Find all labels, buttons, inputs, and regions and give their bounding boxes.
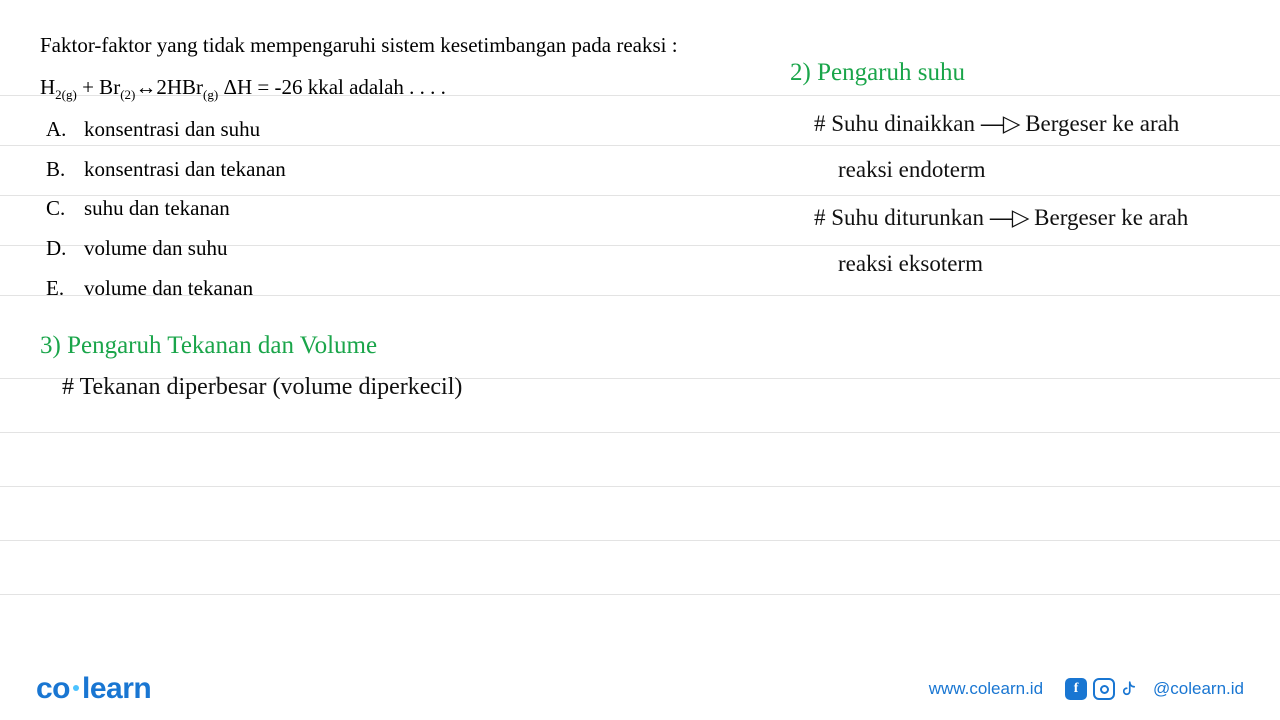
- notes-right-line1: # Suhu dinaikkan —▷ Bergeser ke arah: [814, 106, 1280, 142]
- footer-url[interactable]: www.colearn.id: [929, 679, 1043, 699]
- eq-plus: + Br: [77, 75, 120, 99]
- ruled-line: [0, 540, 1280, 541]
- tiktok-icon[interactable]: [1121, 678, 1143, 700]
- option-letter: A.: [40, 112, 84, 148]
- question-block: Faktor-faktor yang tidak mempengaruhi si…: [40, 28, 780, 306]
- options-list: A. konsentrasi dan suhu B. konsentrasi d…: [40, 112, 780, 306]
- option-e: E. volume dan tekanan: [40, 271, 780, 307]
- arrow-icon: —▷: [990, 200, 1029, 235]
- option-letter: D.: [40, 231, 84, 267]
- ruled-line: [0, 594, 1280, 595]
- line3a: # Suhu diturunkan: [814, 205, 990, 230]
- footer: colearn www.colearn.id f @colearn.id: [0, 658, 1280, 720]
- eq-tail: ΔH = -26 kkal adalah . . . .: [218, 75, 446, 99]
- eq-arrow: ↔2HBr: [135, 75, 203, 99]
- logo-dot-icon: [73, 685, 79, 691]
- option-text: konsentrasi dan suhu: [84, 112, 260, 148]
- line1b: Bergeser ke arah: [1019, 111, 1179, 136]
- arrow-icon: —▷: [981, 106, 1020, 141]
- option-a: A. konsentrasi dan suhu: [40, 112, 780, 148]
- option-text: volume dan suhu: [84, 231, 227, 267]
- question-equation: H2(g) + Br(2)↔2HBr(g) ΔH = -26 kkal adal…: [40, 70, 780, 106]
- option-letter: B.: [40, 152, 84, 188]
- social-handle[interactable]: @colearn.id: [1153, 679, 1244, 699]
- notes-right-line3: # Suhu diturunkan —▷ Bergeser ke arah: [814, 200, 1280, 236]
- eq-h2: H: [40, 75, 55, 99]
- ruled-line: [0, 432, 1280, 433]
- notes-right-line2: reaksi endoterm: [838, 153, 1280, 188]
- notes-right-title: 2) Pengaruh suhu: [790, 54, 1280, 92]
- section3-title: 3) Pengaruh Tekanan dan Volume: [40, 332, 840, 360]
- option-text: volume dan tekanan: [84, 271, 253, 307]
- section3-line1: # Tekanan diperbesar (volume diperkecil): [62, 374, 840, 401]
- question-intro: Faktor-faktor yang tidak mempengaruhi si…: [40, 28, 780, 64]
- eq-hbr-sub: (g): [203, 87, 218, 102]
- logo-part-b: learn: [82, 672, 151, 705]
- section3: 3) Pengaruh Tekanan dan Volume # Tekanan…: [40, 332, 840, 401]
- notes-right-line4: reaksi eksoterm: [838, 247, 1280, 282]
- line1a: # Suhu dinaikkan: [814, 111, 981, 136]
- eq-h2-sub: 2(g): [55, 87, 77, 102]
- notes-right: 2) Pengaruh suhu # Suhu dinaikkan —▷ Ber…: [790, 54, 1280, 294]
- option-text: konsentrasi dan tekanan: [84, 152, 286, 188]
- facebook-icon[interactable]: f: [1065, 678, 1087, 700]
- instagram-icon[interactable]: [1093, 678, 1115, 700]
- option-letter: C.: [40, 191, 84, 227]
- footer-right: www.colearn.id f @colearn.id: [929, 678, 1244, 700]
- logo-part-a: co: [36, 672, 70, 705]
- line3b: Bergeser ke arah: [1028, 205, 1188, 230]
- option-letter: E.: [40, 271, 84, 307]
- option-text: suhu dan tekanan: [84, 191, 230, 227]
- colearn-logo: colearn: [36, 672, 151, 706]
- social-group: f @colearn.id: [1065, 678, 1244, 700]
- option-d: D. volume dan suhu: [40, 231, 780, 267]
- option-c: C. suhu dan tekanan: [40, 191, 780, 227]
- eq-br-sub: (2): [120, 87, 135, 102]
- ruled-line: [0, 486, 1280, 487]
- instagram-inner-icon: [1100, 685, 1109, 694]
- option-b: B. konsentrasi dan tekanan: [40, 152, 780, 188]
